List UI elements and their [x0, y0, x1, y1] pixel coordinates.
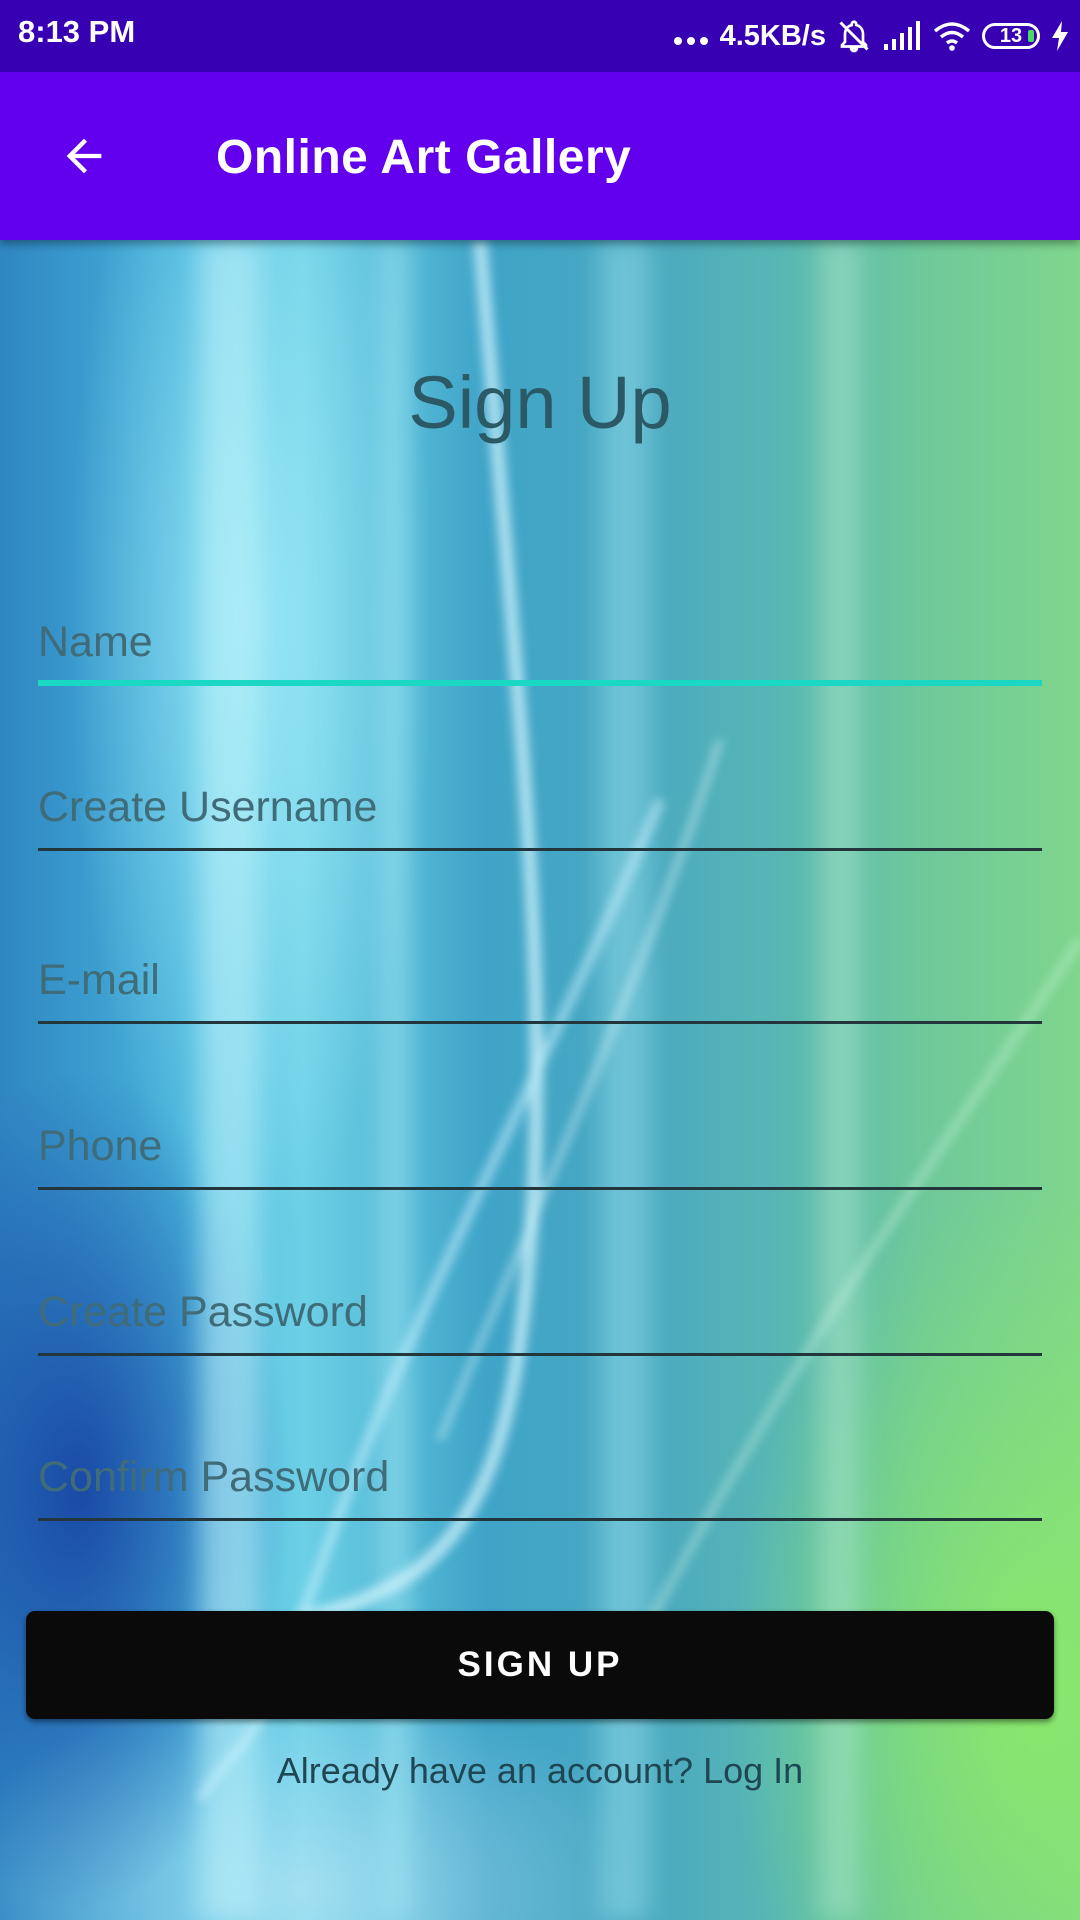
battery-icon: 13 [982, 23, 1040, 49]
signup-button[interactable]: SIGN UP [26, 1611, 1054, 1719]
name-input[interactable] [38, 604, 1042, 680]
signal-icon [884, 21, 920, 50]
bell-muted-icon [839, 20, 869, 53]
phone-field[interactable] [38, 1108, 1042, 1190]
network-speed: 4.5KB/s [719, 19, 826, 52]
phone-underline [38, 1187, 1042, 1190]
battery-level: 13 [999, 25, 1023, 47]
email-field[interactable] [38, 942, 1042, 1024]
more-dots-icon [673, 27, 708, 45]
name-underline [38, 680, 1042, 686]
confirm-password-input[interactable] [38, 1439, 1042, 1515]
username-underline [38, 848, 1042, 851]
phone-input[interactable] [38, 1108, 1042, 1184]
charging-bolt-icon [1052, 21, 1068, 51]
email-input[interactable] [38, 942, 1042, 1018]
confirm-password-underline [38, 1518, 1042, 1521]
password-underline [38, 1353, 1042, 1356]
username-input[interactable] [38, 769, 1042, 845]
status-bar: 8:13 PM 4.5KB/s 13 [0, 0, 1080, 72]
password-input[interactable] [38, 1274, 1042, 1350]
app-title: Online Art Gallery [216, 131, 632, 184]
signup-screen: 8:13 PM 4.5KB/s 13 Online Art Gallery Si… [0, 0, 1080, 1920]
username-field[interactable] [38, 769, 1042, 851]
password-field[interactable] [38, 1274, 1042, 1356]
confirm-password-field[interactable] [38, 1439, 1042, 1521]
back-button[interactable] [44, 116, 124, 196]
email-underline [38, 1021, 1042, 1024]
name-field[interactable] [38, 604, 1042, 686]
signup-form: Sign Up SIGN UP Already have an account? [0, 240, 1080, 1920]
login-link[interactable]: Already have an account? Log In [0, 1750, 1080, 1792]
app-bar: Online Art Gallery [0, 72, 1080, 240]
status-icons: 4.5KB/s 13 [673, 12, 1070, 60]
wifi-icon [933, 22, 971, 51]
page-title: Sign Up [408, 361, 672, 444]
status-time: 8:13 PM [18, 14, 136, 49]
arrow-left-icon [66, 138, 102, 174]
